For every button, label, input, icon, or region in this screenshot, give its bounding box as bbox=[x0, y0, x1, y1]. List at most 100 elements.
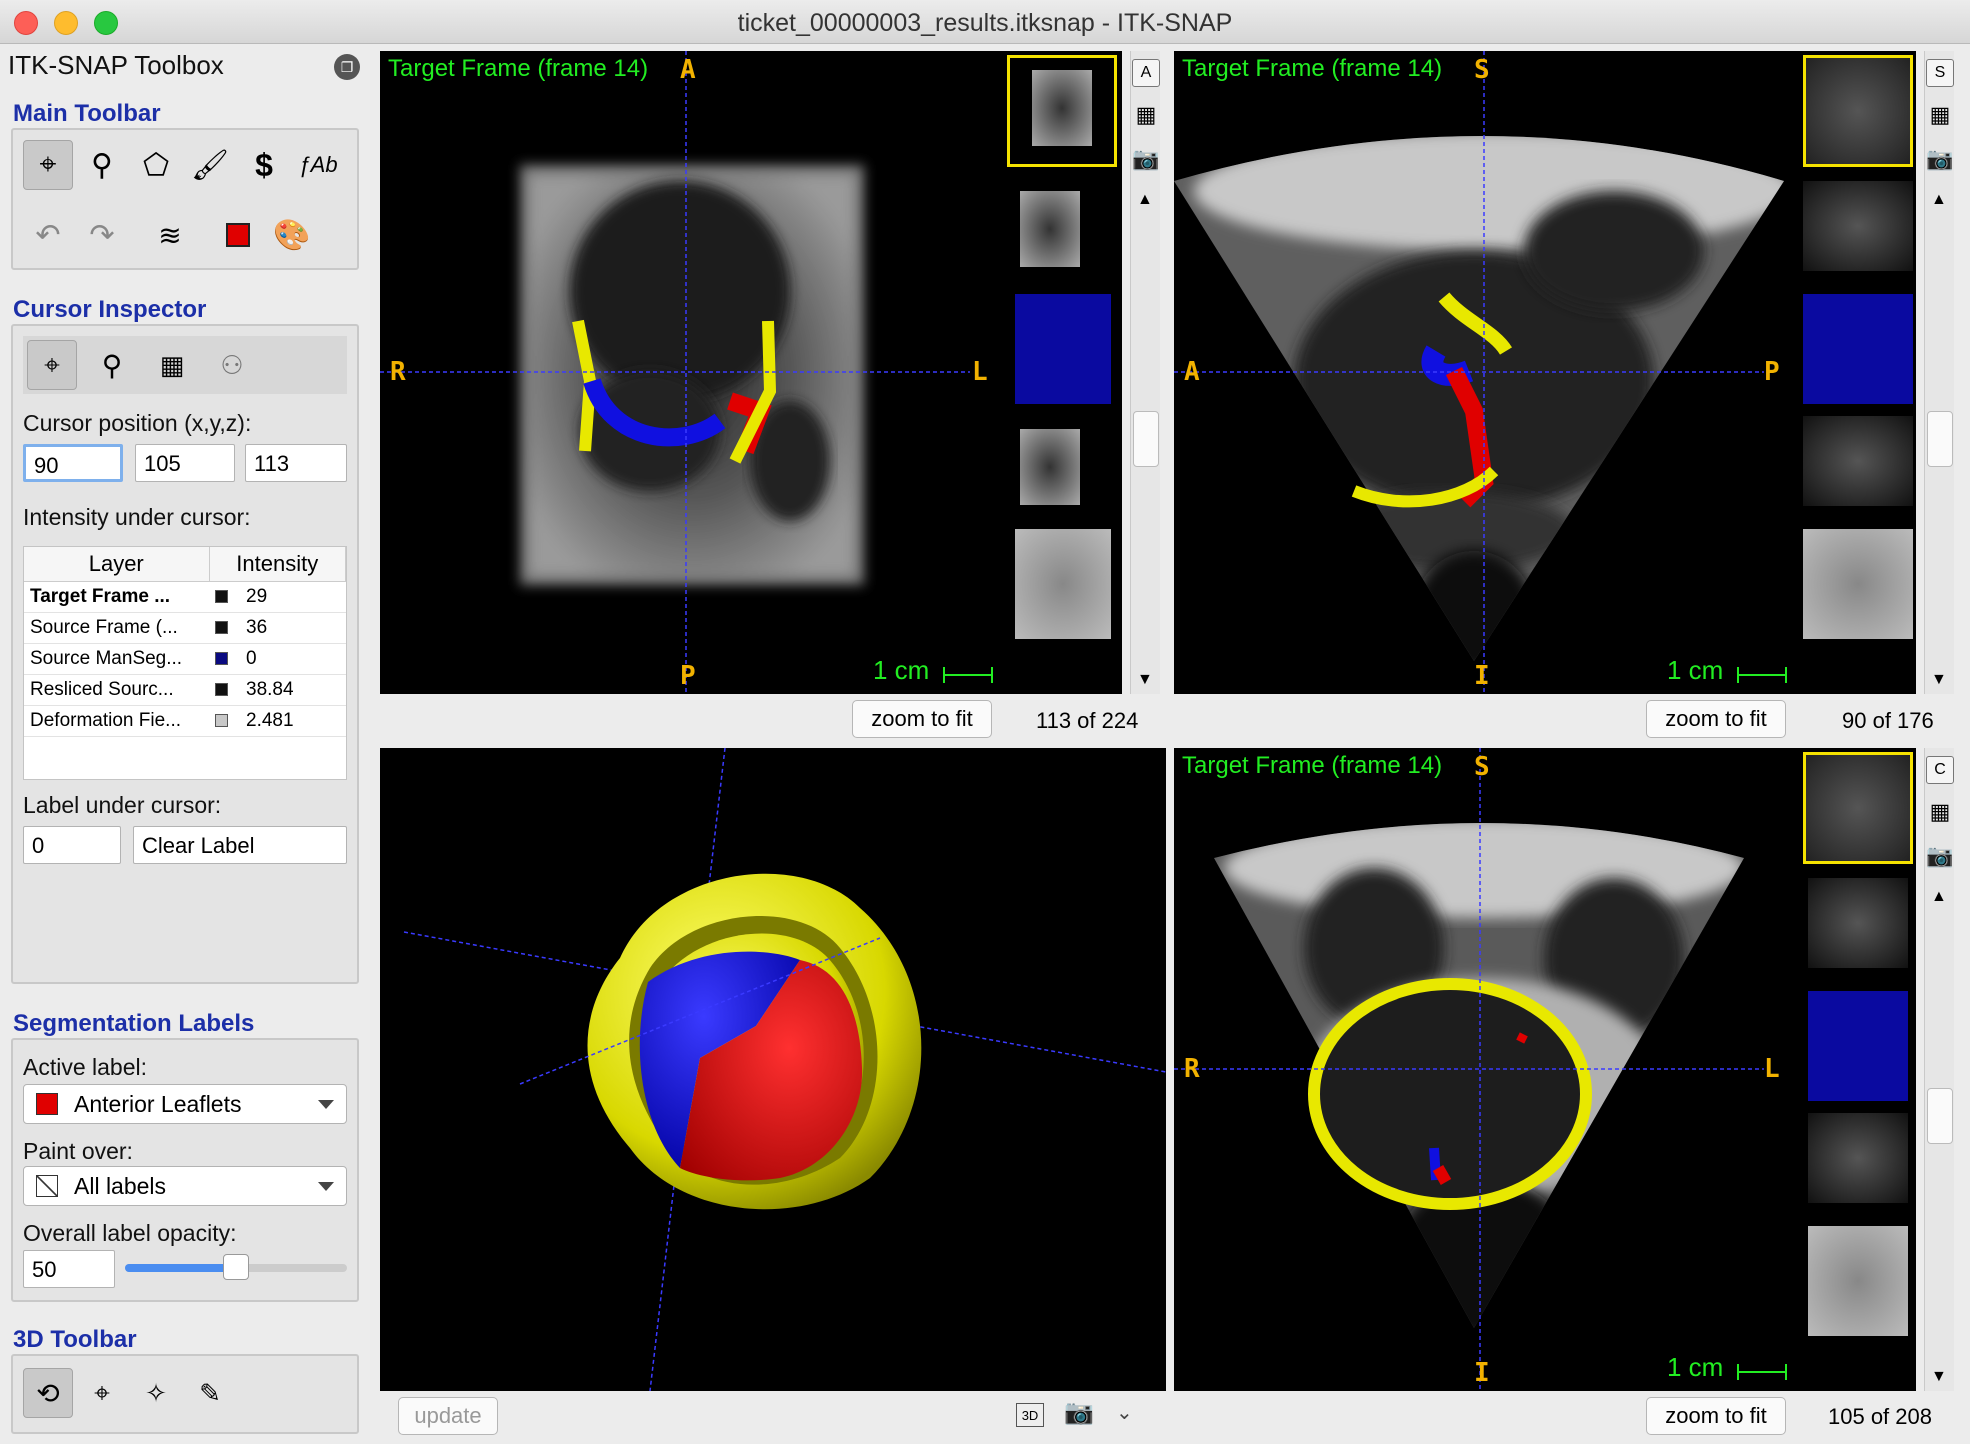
sagittal-orient-top: S bbox=[1474, 55, 1490, 85]
camera-icon[interactable]: 📷 bbox=[1926, 145, 1954, 173]
table-row[interactable]: Resliced Sourc... 38.84 bbox=[24, 674, 346, 706]
intensity-cell: 0 bbox=[209, 643, 346, 675]
crosshair-icon: ⌖ bbox=[44, 348, 60, 380]
opacity-slider-fill bbox=[125, 1264, 236, 1272]
spray-3d-button[interactable]: ✧ bbox=[131, 1368, 181, 1418]
inspector-layout-tab[interactable]: ▦ bbox=[147, 340, 197, 390]
coronal-thumb-5[interactable] bbox=[1808, 1226, 1908, 1336]
scroll-up-icon[interactable]: ▲ bbox=[1137, 191, 1153, 209]
layout-grid-icon[interactable]: ▦ bbox=[1926, 101, 1954, 129]
camera-icon[interactable]: 📷 bbox=[1132, 145, 1160, 173]
coronal-thumb-1[interactable] bbox=[1803, 752, 1913, 864]
sagittal-thumb-4[interactable] bbox=[1803, 416, 1913, 506]
scalpel-icon: ✎ bbox=[199, 1377, 221, 1408]
zoom-tool-button[interactable]: ⚲ bbox=[77, 140, 127, 190]
layout-grid-icon[interactable]: ▦ bbox=[1926, 798, 1954, 826]
crosshair-tool-button[interactable]: ⌖ bbox=[23, 140, 73, 190]
table-row[interactable]: Target Frame ... 29 bbox=[24, 581, 346, 613]
polygon-tool-button[interactable]: ⬠ bbox=[131, 140, 181, 190]
scroll-up-icon[interactable]: ▲ bbox=[1931, 888, 1947, 906]
sagittal-view[interactable]: Target Frame (frame 14) S I A P 1 cm bbox=[1174, 51, 1916, 694]
axial-thumb-3[interactable] bbox=[1015, 294, 1111, 404]
coronal-thumb-3[interactable] bbox=[1808, 991, 1908, 1101]
intensity-column-header[interactable]: Intensity bbox=[209, 547, 346, 582]
label-editor-button[interactable] bbox=[213, 210, 263, 260]
chevron-down-icon bbox=[318, 1100, 334, 1109]
palette-icon: 🎨 bbox=[273, 218, 311, 252]
opacity-slider[interactable] bbox=[125, 1254, 347, 1280]
cursor-y-field[interactable]: 105 bbox=[135, 444, 235, 482]
rotate-3d-button[interactable]: ⟲ bbox=[23, 1368, 73, 1418]
sagittal-view-icon[interactable]: S bbox=[1926, 59, 1954, 87]
opacity-caption: Overall label opacity: bbox=[23, 1220, 237, 1246]
polygon-icon: ⬠ bbox=[142, 148, 170, 182]
paintbrush-tool-button[interactable]: 🖌 bbox=[185, 140, 235, 190]
coronal-thumb-4[interactable] bbox=[1808, 1113, 1908, 1203]
axial-thumb-2[interactable] bbox=[1020, 191, 1080, 267]
crosshair-3d-button[interactable]: ⌖ bbox=[77, 1368, 127, 1418]
coronal-view[interactable]: Target Frame (frame 14) S I R L 1 cm bbox=[1174, 748, 1916, 1391]
sagittal-zoom-to-fit-button[interactable]: zoom to fit bbox=[1646, 700, 1786, 738]
render-3d-view[interactable] bbox=[380, 748, 1166, 1391]
scroll-down-icon[interactable]: ▼ bbox=[1137, 671, 1153, 689]
annotation-tool-button[interactable]: ƒAb bbox=[293, 140, 343, 190]
color-palette-button[interactable]: 🎨 bbox=[267, 210, 317, 260]
axial-thumb-1[interactable] bbox=[1007, 55, 1117, 167]
layer-name-cell: Source ManSeg... bbox=[24, 643, 209, 675]
coronal-view-icon[interactable]: C bbox=[1926, 756, 1954, 784]
sagittal-thumb-2[interactable] bbox=[1803, 181, 1913, 271]
layers-button[interactable]: ≋ bbox=[145, 210, 195, 260]
paint-over-caption: Paint over: bbox=[23, 1138, 133, 1164]
opacity-slider-handle[interactable] bbox=[223, 1254, 249, 1280]
layout-grid-icon[interactable]: ▦ bbox=[1132, 101, 1160, 129]
redo-icon: ↷ bbox=[89, 218, 115, 252]
intensity-value: 0 bbox=[246, 647, 257, 669]
opacity-field[interactable]: 50 bbox=[23, 1250, 115, 1288]
coronal-zoom-to-fit-button[interactable]: zoom to fit bbox=[1646, 1397, 1786, 1435]
scroll-down-icon[interactable]: ▼ bbox=[1931, 1368, 1947, 1386]
scroll-down-icon[interactable]: ▼ bbox=[1931, 671, 1947, 689]
undock-icon[interactable]: ❐ bbox=[334, 54, 360, 80]
inspector-sync-tab[interactable]: ⚇ bbox=[207, 340, 257, 390]
camera-icon[interactable]: 📷 bbox=[1064, 1398, 1094, 1427]
scalpel-3d-button[interactable]: ✎ bbox=[185, 1368, 235, 1418]
undo-button[interactable]: ↶ bbox=[23, 210, 73, 260]
paint-over-dropdown[interactable]: All labels bbox=[23, 1166, 347, 1206]
axial-scale-label: 1 cm bbox=[873, 655, 930, 685]
sagittal-thumb-5[interactable] bbox=[1803, 529, 1913, 639]
inspector-crosshair-tab[interactable]: ⌖ bbox=[27, 340, 77, 390]
scroll-up-icon[interactable]: ▲ bbox=[1931, 191, 1947, 209]
axial-slice-scroll-handle[interactable] bbox=[1133, 411, 1159, 467]
coronal-thumb-2[interactable] bbox=[1808, 878, 1908, 968]
annotation-icon: ƒAb bbox=[298, 152, 338, 177]
layer-color-swatch bbox=[215, 620, 228, 634]
table-row[interactable]: Source Frame (... 36 bbox=[24, 612, 346, 644]
paint-over-value: All labels bbox=[74, 1172, 167, 1199]
axial-view[interactable]: Target Frame (frame 14) A P R L 1 cm bbox=[380, 51, 1122, 694]
snake-tool-button[interactable]: $ bbox=[239, 140, 289, 190]
table-row[interactable]: Deformation Fie... 2.481 bbox=[24, 705, 346, 737]
sagittal-thumb-3[interactable] bbox=[1803, 294, 1913, 404]
inspector-zoom-tab[interactable]: ⚲ bbox=[87, 340, 137, 390]
chevron-down-icon[interactable]: ⌄ bbox=[1116, 1400, 1133, 1425]
table-row[interactable]: Source ManSeg... 0 bbox=[24, 643, 346, 675]
camera-icon[interactable]: 📷 bbox=[1926, 842, 1954, 870]
axial-orient-top: A bbox=[680, 55, 696, 85]
crosshair-icon: ⌖ bbox=[94, 1376, 110, 1408]
cursor-x-field[interactable]: 90 bbox=[23, 444, 123, 482]
axial-view-icon[interactable]: A bbox=[1132, 59, 1160, 87]
cursor-z-field[interactable]: 113 bbox=[245, 444, 347, 482]
redo-button[interactable]: ↷ bbox=[77, 210, 127, 260]
layer-column-header[interactable]: Layer bbox=[24, 547, 210, 582]
active-label-dropdown[interactable]: Anterior Leaflets bbox=[23, 1084, 347, 1124]
segmentation-labels-panel: Active label: Anterior Leaflets Paint ov… bbox=[11, 1038, 359, 1302]
axial-zoom-to-fit-button[interactable]: zoom to fit bbox=[852, 700, 992, 738]
3d-mode-icon[interactable]: 3D bbox=[1016, 1403, 1044, 1427]
sagittal-thumb-1[interactable] bbox=[1803, 55, 1913, 167]
update-button[interactable]: update bbox=[398, 1397, 498, 1435]
magnifier-icon: ⚲ bbox=[91, 148, 113, 182]
axial-thumb-4[interactable] bbox=[1020, 429, 1080, 505]
axial-thumb-5[interactable] bbox=[1015, 529, 1111, 639]
coronal-slice-scroll-handle[interactable] bbox=[1927, 1088, 1953, 1144]
sagittal-slice-scroll-handle[interactable] bbox=[1927, 411, 1953, 467]
